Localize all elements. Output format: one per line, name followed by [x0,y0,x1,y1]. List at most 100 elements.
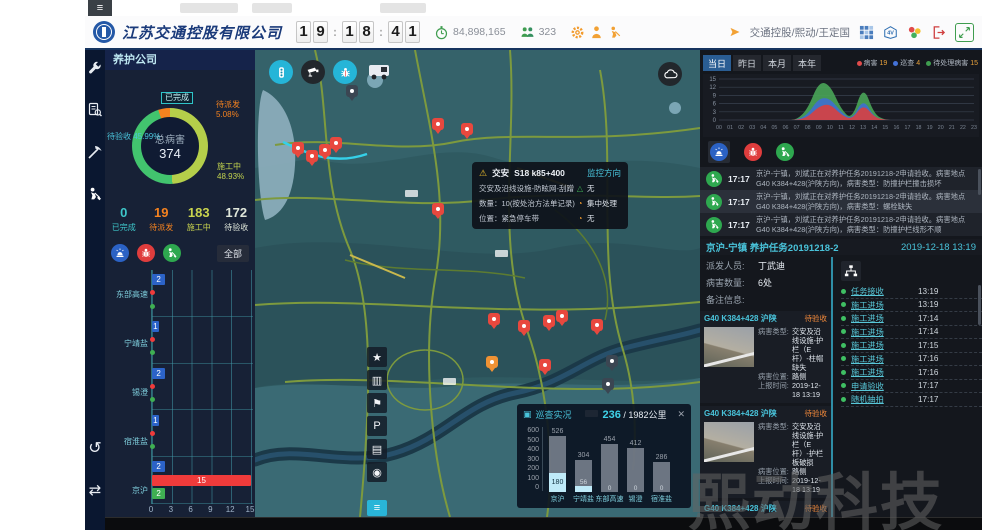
tooltip-direction[interactable]: 监控方向 [587,167,621,179]
warning-icon: ⚠ [479,168,487,179]
panel-title[interactable]: 养护公司 [105,50,255,70]
stat-item: 0 已完成 [105,205,143,233]
close-icon[interactable]: ✕ [677,409,685,420]
4v-badge-icon[interactable]: 4V [883,25,898,40]
map-tool-button[interactable]: ▤ [367,439,387,459]
map-marker-dark[interactable] [606,355,618,367]
map-tool-button[interactable]: ⚑ [367,393,387,413]
defect-card[interactable]: G40 K384+428 沪陕 待验收 病害类型:交安及沿线设施-护栏（E杆）-… [700,406,831,498]
traffic-dots-icon[interactable] [907,25,922,40]
event-row[interactable]: 17:17 京沪-宁镇，刘斌正在对养护任务20191218-2申请验收。病害地点… [700,190,982,213]
patrol-title: 巡查实况 [536,408,572,421]
sitemap-icon[interactable] [841,261,861,281]
rail-maintenance-icon[interactable] [87,60,103,76]
patrol-bar: 526180京沪 [549,428,566,492]
timeline-dot [841,302,846,307]
timeline-link[interactable]: 施工进场 [851,326,913,338]
map-marker-orange[interactable] [486,356,498,368]
defect-photo[interactable] [704,422,754,462]
defect-photo[interactable] [704,327,754,367]
event-list: 17:17 京沪-宁镇，刘斌正在对养护任务20191218-2申请验收。病害地点… [700,167,982,236]
gear-icon[interactable] [570,25,585,40]
timeline-link[interactable]: 施工进场 [851,366,913,378]
time-range-tab[interactable]: 本年 [793,55,821,71]
user-path[interactable]: 交通控股/熙动/王定国 [750,25,850,40]
rail-worker-icon[interactable] [87,186,103,202]
province-map[interactable]: ★▥⚑P▤◉ ≡ ⚠ 交安 S18 k85+400 监控方向 交安及沿线设施-防… [255,50,700,517]
zero-dot [150,384,155,389]
category-label: 宿淮盐 [105,417,151,466]
map-marker-red[interactable] [432,118,444,130]
timeline-link[interactable]: 施工进场 [851,312,913,324]
defect-filter-button[interactable] [137,244,155,262]
defect-card[interactable]: G40 K384+428 沪陕 待验收 病害类型:交安及沿线设施-护栏（E杆）-… [700,311,831,403]
defect-card[interactable]: G40 K384+428 沪陕 待验收 病害类型:交安及沿线设施-护栏（E杆）-… [700,501,831,517]
fullscreen-toggle-button[interactable] [955,23,974,42]
map-tool-button[interactable]: ★ [367,347,387,367]
svg-text:09: 09 [816,125,822,131]
tooltip-row: 交安及沿线设施-防眩网-刮蹭 △ 无 [479,183,621,194]
map-tool-button[interactable]: P [367,416,387,436]
traffic-light-layer-button[interactable] [269,60,293,84]
patrol-bar: 2860宿淮盐 [653,454,670,493]
map-marker-red[interactable] [306,150,318,162]
logout-icon[interactable] [931,25,946,40]
alarm-tab-selected[interactable] [708,141,730,163]
person-icon[interactable] [589,25,604,40]
time-range-tab[interactable]: 本月 [763,55,791,71]
worker-filter-button[interactable] [163,244,181,262]
map-menu-button[interactable]: ≡ [367,500,387,516]
timeline-link[interactable]: 随机抽拍 [851,393,913,405]
svg-text:12: 12 [849,125,855,131]
all-filter-button[interactable]: 全部 [217,245,249,262]
bottom-bar [105,517,982,530]
map-marker-red[interactable] [488,313,500,325]
scrollbar-thumb[interactable] [978,169,981,195]
defect-card-title: G40 K384+428 沪陕 [704,503,777,514]
rail-construction-icon[interactable] [87,144,103,160]
map-marker-dark[interactable] [346,85,358,97]
event-row[interactable]: 17:17 京沪-宁镇，刘斌正在对养护任务20191218-2申请验收。病害地点… [700,167,982,190]
time-range-tab[interactable]: 昨日 [733,55,761,71]
timeline-link[interactable]: 施工进场 [851,299,913,311]
map-marker-red[interactable] [432,203,444,215]
map-marker-red[interactable] [461,123,473,135]
stat-item: 183 施工中 [180,205,218,233]
map-marker-red[interactable] [330,137,342,149]
time-range-tab[interactable]: 当日 [703,55,731,71]
undo-icon[interactable]: ↺ [85,440,105,458]
map-tool-button[interactable]: ▥ [367,370,387,390]
timeline-row: 申请验收 17:17 [841,380,982,394]
map-marker-red[interactable] [518,320,530,332]
bar-group: 2152 [152,457,253,504]
defect-layer-button[interactable] [333,60,357,84]
weather-cloud-button[interactable] [658,62,682,86]
worker-tab[interactable] [776,143,794,161]
grid-apps-icon[interactable] [859,25,874,40]
worker-icon[interactable] [608,25,623,40]
menu-hamburger-button[interactable]: ≡ [88,0,112,16]
map-tool-button[interactable]: ◉ [367,462,387,482]
map-marker-dark[interactable] [602,378,614,390]
swap-panels-icon[interactable]: ⇄ [85,482,105,500]
timeline-link[interactable]: 施工进场 [851,353,913,365]
patrol-bar: 4540东部高速 [601,436,618,492]
map-marker-red[interactable] [591,319,603,331]
timeline-time: 13:19 [918,300,939,309]
cctv-layer-button[interactable] [301,60,325,84]
rail-inspection-icon[interactable] [87,102,103,118]
timeline-link[interactable]: 施工进场 [851,339,913,351]
timeline-row: 随机抽拍 17:17 [841,393,982,407]
scrollbar-thumb[interactable] [978,285,981,325]
map-marker-red[interactable] [292,142,304,154]
patrol-truck-icon[interactable] [367,62,397,82]
defect-tab[interactable] [744,143,762,161]
event-row[interactable]: 17:17 京沪-宁镇，刘斌正在对养护任务20191218-2申请验收。病害地点… [700,213,982,236]
timeline-link[interactable]: 申请验收 [851,380,913,392]
map-marker-red[interactable] [539,359,551,371]
task-title[interactable]: 京沪-宁镇 养护任务20191218-2 [706,240,839,254]
timeline-link[interactable]: 任务接收 [851,285,913,297]
map-marker-red[interactable] [543,315,555,327]
map-marker-red[interactable] [556,310,568,322]
alarm-filter-button[interactable] [111,244,129,262]
